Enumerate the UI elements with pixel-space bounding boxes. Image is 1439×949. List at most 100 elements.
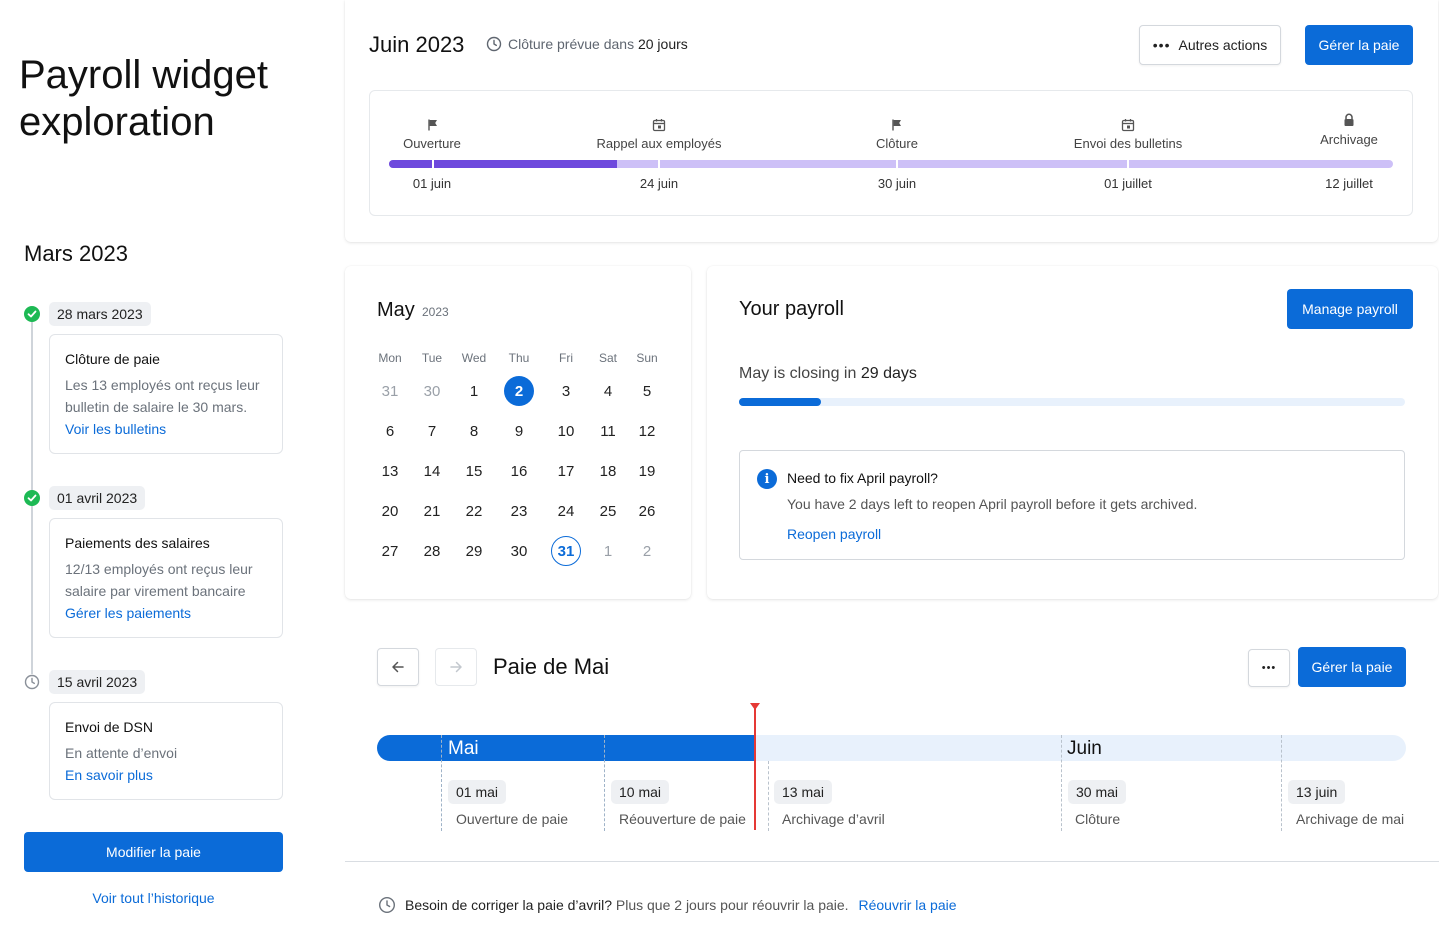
- more-actions-button[interactable]: ••• Autres actions: [1139, 25, 1281, 65]
- current-month-title: Juin 2023: [369, 32, 465, 57]
- milestone-date: 13 juin: [1288, 780, 1346, 804]
- milestone-label: Archivage d’avril: [782, 811, 885, 827]
- weekday-header: Mon: [378, 351, 402, 365]
- calendar-day[interactable]: 25: [593, 496, 623, 526]
- calendar-day[interactable]: 31: [375, 376, 405, 406]
- calendar-day[interactable]: 18: [593, 456, 623, 486]
- calendar-day[interactable]: 2: [504, 376, 534, 406]
- calendar-day[interactable]: 9: [504, 416, 534, 446]
- calendar-day[interactable]: 6: [375, 416, 405, 446]
- calendar-day[interactable]: 15: [459, 456, 489, 486]
- step-label: Ouverture: [403, 136, 461, 151]
- previous-button[interactable]: [377, 648, 419, 686]
- weekday-header: Sun: [636, 351, 658, 365]
- calendar-day[interactable]: 3: [551, 376, 581, 406]
- event-card: Clôture de paie Les 13 employés ont reçu…: [49, 334, 283, 454]
- calendar-day[interactable]: 17: [551, 456, 581, 486]
- calendar-day[interactable]: 22: [459, 496, 489, 526]
- learn-more-link[interactable]: En savoir plus: [65, 764, 267, 786]
- modify-payroll-button[interactable]: Modifier la paie: [24, 832, 283, 872]
- event-description: En attente d’envoi: [65, 745, 178, 761]
- divider: [345, 861, 1439, 862]
- flag-icon: [890, 118, 904, 137]
- step-date: 01 juillet: [1104, 176, 1152, 191]
- calendar-icon: [1121, 118, 1135, 137]
- ellipsis-icon: •••: [1261, 662, 1277, 674]
- progress-tick: [1127, 160, 1129, 168]
- calendar-day[interactable]: 11: [593, 416, 623, 446]
- clock-icon: [378, 896, 396, 914]
- manage-payments-link[interactable]: Gérer les paiements: [65, 602, 267, 624]
- view-history-link[interactable]: Voir tout l’historique: [24, 890, 283, 906]
- timeline-month: Mai: [448, 738, 479, 759]
- calendar-day[interactable]: 1: [593, 536, 623, 566]
- ellipsis-icon: •••: [1152, 37, 1171, 53]
- milestone-date: 13 mai: [774, 780, 833, 804]
- calendar-day[interactable]: 29: [459, 536, 489, 566]
- calendar-day[interactable]: 19: [632, 456, 662, 486]
- timeline-month: Juin: [1067, 738, 1102, 759]
- history-title: Mars 2023: [24, 241, 128, 266]
- closing-info: May is closing in 29 days: [739, 365, 917, 382]
- progress-tick: [432, 160, 434, 168]
- closing-info: Clôture prévue dans 20 jours: [486, 36, 688, 52]
- event-card: Envoi de DSN En attente d’envoi En savoi…: [49, 702, 283, 800]
- calendar-day[interactable]: 7: [417, 416, 447, 446]
- arrow-left-icon: [392, 661, 404, 673]
- reopen-payroll-link[interactable]: Reopen payroll: [787, 526, 881, 542]
- weekday-header: Fri: [559, 351, 573, 365]
- calendar-day[interactable]: 21: [417, 496, 447, 526]
- reopen-paie-link[interactable]: Réouvrir la paie: [858, 897, 956, 913]
- page-title: Payroll widget exploration: [19, 53, 269, 144]
- timeline-divider: [1281, 735, 1282, 831]
- info-title: Need to fix April payroll?: [787, 470, 938, 486]
- calendar-day[interactable]: 30: [417, 376, 447, 406]
- calendar-day[interactable]: 20: [375, 496, 405, 526]
- calendar-day[interactable]: 23: [504, 496, 534, 526]
- payroll-progress-fill: [389, 160, 617, 168]
- calendar-day[interactable]: 28: [417, 536, 447, 566]
- calendar-day[interactable]: 16: [504, 456, 534, 486]
- calendar-day[interactable]: 1: [459, 376, 489, 406]
- flag-icon: [426, 118, 440, 137]
- calendar-day[interactable]: 13: [375, 456, 405, 486]
- calendar-day[interactable]: 27: [375, 536, 405, 566]
- timeline-divider: [1061, 735, 1062, 831]
- step-date: 30 juin: [877, 176, 917, 191]
- event-title: Paiements des salaires: [65, 535, 210, 551]
- manage-payroll-button[interactable]: Gérer la paie: [1305, 25, 1413, 65]
- manage-paie-mai-button[interactable]: Gérer la paie: [1298, 647, 1406, 687]
- calendar-day[interactable]: 30: [504, 536, 534, 566]
- weekday-header: Wed: [461, 351, 487, 365]
- progress-tick: [896, 160, 898, 168]
- step-label: Envoi des bulletins: [1073, 136, 1183, 151]
- view-payslips-link[interactable]: Voir les bulletins: [65, 418, 267, 440]
- calendar-day[interactable]: 4: [593, 376, 623, 406]
- today-marker: [754, 706, 756, 830]
- calendar-day[interactable]: 5: [632, 376, 662, 406]
- milestone-date: 10 mai: [611, 780, 670, 804]
- check-icon: [24, 306, 40, 322]
- calendar-day[interactable]: 14: [417, 456, 447, 486]
- step-date: 24 juin: [639, 176, 679, 191]
- calendar-day[interactable]: 24: [551, 496, 581, 526]
- calendar-day[interactable]: 26: [632, 496, 662, 526]
- event-description: Les 13 employés ont reçus leur bulletin …: [65, 377, 260, 415]
- today-marker-head: [750, 703, 760, 710]
- closing-progress-track: [739, 398, 1405, 406]
- event-title: Envoi de DSN: [65, 719, 153, 735]
- manage-payroll-button-en[interactable]: Manage payroll: [1287, 289, 1413, 329]
- next-button[interactable]: [435, 648, 477, 686]
- calendar-day[interactable]: 8: [459, 416, 489, 446]
- calendar-day[interactable]: 12: [632, 416, 662, 446]
- calendar-day[interactable]: 10: [551, 416, 581, 446]
- more-options-button[interactable]: •••: [1248, 649, 1290, 687]
- timeline-divider: [441, 735, 442, 831]
- timeline-divider: [768, 761, 769, 831]
- calendar-day[interactable]: 31: [551, 536, 581, 566]
- weekday-header: Tue: [421, 351, 443, 365]
- timeline-divider: [604, 735, 605, 831]
- calendar-day[interactable]: 2: [632, 536, 662, 566]
- progress-tick: [658, 160, 660, 168]
- lock-icon: [1342, 113, 1356, 132]
